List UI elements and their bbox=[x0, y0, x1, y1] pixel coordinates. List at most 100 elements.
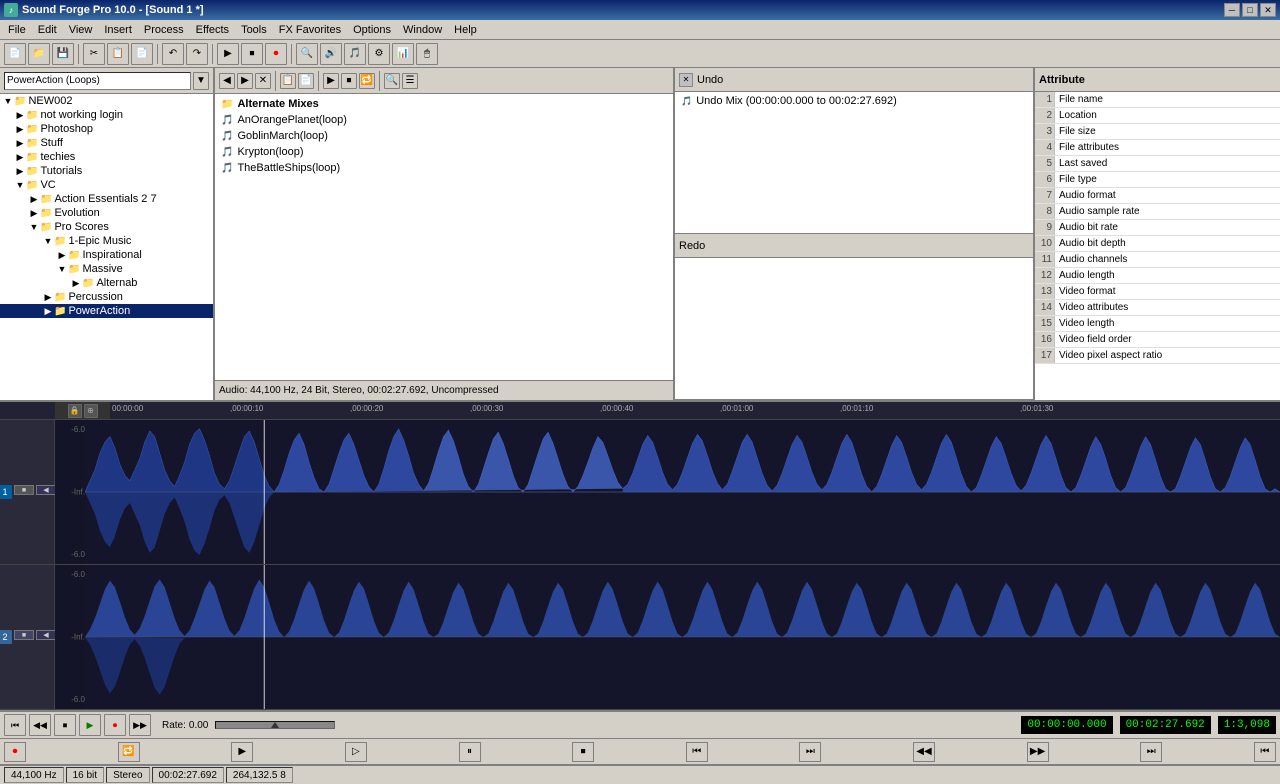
save-button[interactable]: 💾 bbox=[52, 43, 74, 65]
transport-skip-start[interactable]: ⏮ bbox=[4, 714, 26, 736]
undo-item[interactable]: 🎵 Undo Mix (00:00:00.000 to 00:02:27.692… bbox=[677, 94, 1031, 108]
record-button[interactable]: ⏺ bbox=[265, 43, 287, 65]
file-item-anorangeplanet[interactable]: 🎵 AnOrangePlanet(loop) bbox=[217, 112, 671, 128]
expand-icon[interactable]: ▶ bbox=[42, 291, 54, 303]
fl-list-btn[interactable]: ☰ bbox=[402, 73, 418, 89]
transport-next[interactable]: ▶▶ bbox=[129, 714, 151, 736]
cursor-button[interactable]: 🖱 bbox=[416, 43, 438, 65]
transport-stop[interactable]: ⏹ bbox=[54, 714, 76, 736]
spectrum-button[interactable]: 📊 bbox=[392, 43, 414, 65]
stop-btn2[interactable]: ⏹ bbox=[572, 742, 594, 762]
fl-zoom-btn[interactable]: 🔍 bbox=[384, 73, 400, 89]
expand-icon[interactable]: ▶ bbox=[42, 305, 54, 317]
rewind-btn[interactable]: ◀◀ bbox=[913, 742, 935, 762]
expand-icon[interactable]: ▶ bbox=[70, 277, 82, 289]
menu-options[interactable]: Options bbox=[347, 22, 397, 38]
tree-item-percussion[interactable]: ▶ 📁 Percussion bbox=[0, 290, 213, 304]
file-item-battleships[interactable]: 🎵 TheBattleShips(loop) bbox=[217, 160, 671, 176]
transport-record[interactable]: ⏺ bbox=[104, 714, 126, 736]
stop-button[interactable]: ⏹ bbox=[241, 43, 263, 65]
tree-item-new002[interactable]: ▼ 📁 NEW002 bbox=[0, 94, 213, 108]
settings-button[interactable]: ⚙ bbox=[368, 43, 390, 65]
pause-btn[interactable]: ⏸ bbox=[459, 742, 481, 762]
expand-icon[interactable]: ▼ bbox=[14, 179, 26, 191]
expand-icon[interactable]: ▼ bbox=[2, 95, 14, 107]
rate-slider[interactable] bbox=[215, 721, 335, 729]
volume-button[interactable]: 🔊 bbox=[320, 43, 342, 65]
expand-icon[interactable]: ▼ bbox=[56, 263, 68, 275]
copy-button[interactable]: 📋 bbox=[107, 43, 129, 65]
tree-item-stuff[interactable]: ▶ 📁 Stuff bbox=[0, 136, 213, 150]
fl-paste-btn[interactable]: 📄 bbox=[298, 73, 314, 89]
track-2-ctrl-a[interactable]: ■ bbox=[14, 630, 34, 640]
tree-item-evolution[interactable]: ▶ 📁 Evolution bbox=[0, 206, 213, 220]
undo-button[interactable]: ↶ bbox=[162, 43, 184, 65]
expand-icon[interactable]: ▼ bbox=[28, 221, 40, 233]
tree-item-tutorials[interactable]: ▶ 📁 Tutorials bbox=[0, 164, 213, 178]
track-1-ctrl-b[interactable]: ◀ bbox=[36, 485, 56, 495]
ruler-lock-btn[interactable]: 🔒 bbox=[68, 404, 82, 418]
tree-item-techies[interactable]: ▶ 📁 techies bbox=[0, 150, 213, 164]
go-prev-btn[interactable]: ⏭ bbox=[799, 742, 821, 762]
minimize-button[interactable]: ─ bbox=[1224, 3, 1240, 17]
explorer-nav-btn[interactable]: ▼ bbox=[193, 72, 209, 90]
expand-icon[interactable]: ▶ bbox=[56, 249, 68, 261]
loop-record-btn[interactable]: ⏺ bbox=[4, 742, 26, 762]
cut-button[interactable]: ✂ bbox=[83, 43, 105, 65]
file-item-krypton[interactable]: 🎵 Krypton(loop) bbox=[217, 144, 671, 160]
open-button[interactable]: 📁 bbox=[28, 43, 50, 65]
tree-item-inspirational[interactable]: ▶ 📁 Inspirational bbox=[0, 248, 213, 262]
fl-stop-btn[interactable]: ⏹ bbox=[341, 73, 357, 89]
track-1-waveform[interactable]: -6.0 -Inf. -6.0 bbox=[55, 420, 1280, 564]
file-item-goblinmarch[interactable]: 🎵 GoblinMarch(loop) bbox=[217, 128, 671, 144]
go-end-btn[interactable]: ⏮ bbox=[1254, 742, 1276, 762]
tree-item-action-essentials[interactable]: ▶ 📁 Action Essentials 2 7 bbox=[0, 192, 213, 206]
menu-file[interactable]: File bbox=[2, 22, 32, 38]
expand-icon[interactable]: ▶ bbox=[14, 137, 26, 149]
track-2-ctrl-b[interactable]: ◀ bbox=[36, 630, 56, 640]
menu-process[interactable]: Process bbox=[138, 22, 190, 38]
menu-effects[interactable]: Effects bbox=[190, 22, 235, 38]
ruler-snap-btn[interactable]: ⊕ bbox=[84, 404, 98, 418]
loop-btn[interactable]: 🔁 bbox=[118, 742, 140, 762]
tree-item-not-working[interactable]: ▶ 📁 not working login bbox=[0, 108, 213, 122]
expand-icon[interactable]: ▶ bbox=[28, 193, 40, 205]
menu-tools[interactable]: Tools bbox=[235, 22, 273, 38]
play-btn2[interactable]: ▶ bbox=[231, 742, 253, 762]
fl-forward-btn[interactable]: ▶ bbox=[237, 73, 253, 89]
expand-icon[interactable]: ▶ bbox=[14, 123, 26, 135]
menu-window[interactable]: Window bbox=[397, 22, 448, 38]
tree-item-poweraction[interactable]: ▶ 📁 PowerAction bbox=[0, 304, 213, 318]
go-next-btn[interactable]: ⏭ bbox=[1140, 742, 1162, 762]
fl-play-btn[interactable]: ▶ bbox=[323, 73, 339, 89]
menu-view[interactable]: View bbox=[63, 22, 99, 38]
menu-help[interactable]: Help bbox=[448, 22, 483, 38]
paste-button[interactable]: 📄 bbox=[131, 43, 153, 65]
maximize-button[interactable]: □ bbox=[1242, 3, 1258, 17]
undo-close-button[interactable]: ✕ bbox=[679, 73, 693, 87]
tree-item-photoshop[interactable]: ▶ 📁 Photoshop bbox=[0, 122, 213, 136]
zoom-button[interactable]: 🔍 bbox=[296, 43, 318, 65]
fl-back-btn[interactable]: ◀ bbox=[219, 73, 235, 89]
menu-insert[interactable]: Insert bbox=[98, 22, 138, 38]
expand-icon[interactable]: ▶ bbox=[14, 165, 26, 177]
tree-item-alternab[interactable]: ▶ 📁 Alternab bbox=[0, 276, 213, 290]
expand-icon[interactable]: ▶ bbox=[28, 207, 40, 219]
tree-item-vc[interactable]: ▼ 📁 VC bbox=[0, 178, 213, 192]
snap-button[interactable]: 🎵 bbox=[344, 43, 366, 65]
fl-close-btn[interactable]: ✕ bbox=[255, 73, 271, 89]
transport-play[interactable]: ▶ bbox=[79, 714, 101, 736]
fl-copy-btn[interactable]: 📋 bbox=[280, 73, 296, 89]
tree-item-pro-scores[interactable]: ▼ 📁 Pro Scores bbox=[0, 220, 213, 234]
transport-prev[interactable]: ◀◀ bbox=[29, 714, 51, 736]
play-button[interactable]: ▶ bbox=[217, 43, 239, 65]
explorer-path-input[interactable] bbox=[4, 72, 191, 90]
track-2-waveform[interactable]: -6.0 -Inf. -6.0 bbox=[55, 565, 1280, 709]
tree-item-epic-music[interactable]: ▼ 📁 1-Epic Music bbox=[0, 234, 213, 248]
tree-item-massive[interactable]: ▼ 📁 Massive bbox=[0, 262, 213, 276]
play-sel-btn[interactable]: ▷ bbox=[345, 742, 367, 762]
go-start-btn[interactable]: ⏮ bbox=[686, 742, 708, 762]
close-button[interactable]: ✕ bbox=[1260, 3, 1276, 17]
expand-icon[interactable]: ▶ bbox=[14, 109, 26, 121]
fl-loop-btn[interactable]: 🔁 bbox=[359, 73, 375, 89]
